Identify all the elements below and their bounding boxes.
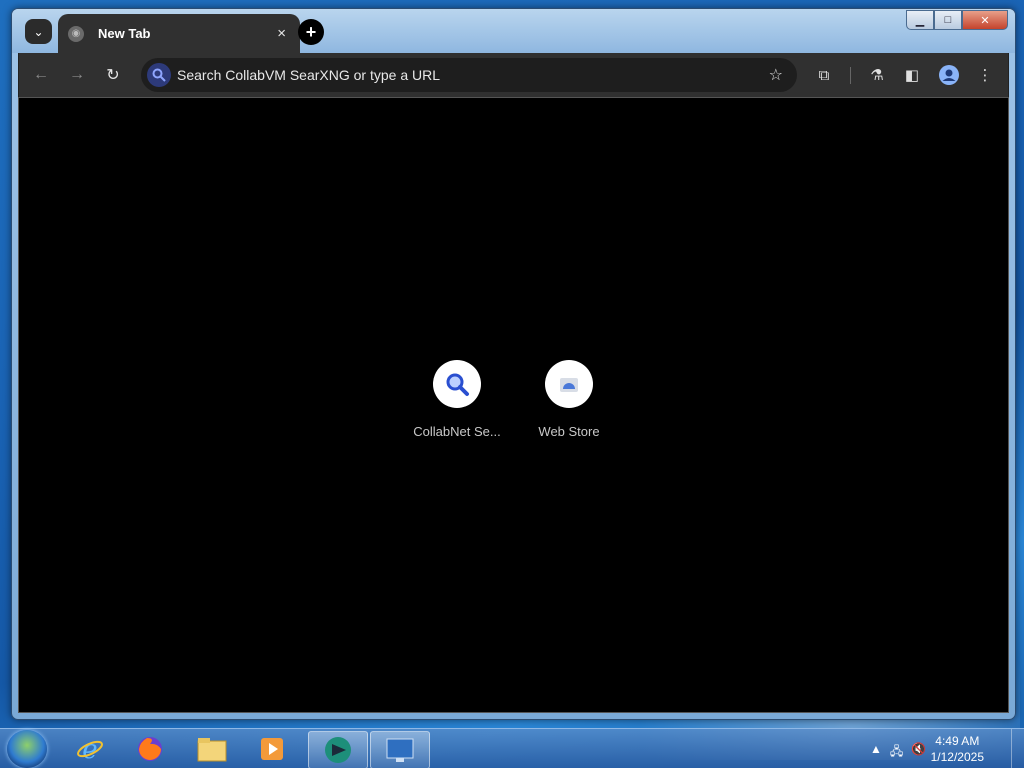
globe-icon: ◉ [68, 25, 84, 42]
clock-date: 1/12/2025 [930, 750, 984, 764]
menu-kebab-icon[interactable]: ⋮ [974, 64, 996, 86]
window-controls: ▁ □ ✕ [906, 10, 1008, 30]
title-bar: ⌄ ◉ New Tab × + ▁ □ ✕ [12, 9, 1015, 53]
minimize-button[interactable]: ▁ [906, 10, 934, 30]
maximize-button[interactable]: □ [934, 10, 962, 30]
show-hidden-icons-icon[interactable]: ▲ [870, 742, 882, 763]
show-desktop-button[interactable] [1011, 729, 1024, 768]
file-explorer-icon[interactable] [183, 731, 241, 767]
search-icon [147, 63, 171, 87]
reload-icon: ↻ [106, 67, 120, 84]
tab-close-icon[interactable]: × [277, 25, 286, 42]
internet-explorer-icon[interactable]: e [61, 731, 119, 767]
arrow-left-icon: ← [33, 66, 49, 83]
profile-avatar-icon[interactable] [938, 64, 960, 86]
plus-icon: + [305, 21, 317, 42]
shortcut-web-store[interactable]: Web Store [519, 360, 619, 439]
volume-muted-icon[interactable]: 🔇 [911, 742, 926, 763]
labs-flask-icon[interactable]: ⚗ [866, 64, 888, 86]
new-tab-page: CollabNet Se... Web Store [18, 97, 1009, 713]
back-button[interactable]: ← [30, 64, 52, 86]
new-tab-button[interactable]: + [298, 19, 324, 45]
tab-title: New Tab [98, 26, 151, 41]
tab-search-button[interactable]: ⌄ [25, 19, 52, 44]
shortcut-label: Web Store [538, 424, 600, 439]
address-placeholder: Search CollabVM SearXNG or type a URL [177, 67, 440, 83]
clock[interactable]: 4:49 AM 1/12/2025 [931, 733, 984, 765]
tab-new-tab[interactable]: ◉ New Tab × [58, 14, 300, 53]
clock-time: 4:49 AM [935, 734, 980, 748]
firefox-icon[interactable] [121, 731, 179, 767]
address-bar[interactable]: Search CollabVM SearXNG or type a URL ☆ [141, 58, 797, 92]
start-button[interactable] [7, 730, 47, 768]
forward-button[interactable]: → [66, 64, 88, 86]
taskbar: e ▲ 🖧 🔇 4:49 AM 1/12/2025 [0, 728, 1024, 768]
search-icon [433, 360, 481, 408]
bookmark-star-icon[interactable]: ☆ [769, 65, 783, 85]
chevron-down-icon: ⌄ [33, 24, 44, 39]
web-store-icon [545, 360, 593, 408]
side-panel-icon[interactable]: ◧ [901, 64, 923, 86]
browser-taskbar-button[interactable] [308, 731, 368, 768]
extensions-icon[interactable]: ⧉ [813, 64, 835, 86]
browser-toolbar: ← → ↻ Search CollabVM SearXNG or type a … [18, 53, 1009, 97]
browser-window: ⌄ ◉ New Tab × + ▁ □ ✕ ← → ↻ Search Colla… [11, 8, 1016, 720]
network-icon[interactable]: 🖧 [890, 742, 903, 763]
reload-button[interactable]: ↻ [102, 64, 124, 86]
arrow-right-icon: → [69, 66, 85, 83]
shortcut-collabnet[interactable]: CollabNet Se... [407, 360, 507, 439]
svg-text:e: e [82, 735, 97, 764]
toolbar-divider [850, 67, 851, 84]
shortcut-label: CollabNet Se... [413, 424, 501, 439]
close-button[interactable]: ✕ [962, 10, 1008, 30]
remote-desktop-icon[interactable] [370, 731, 430, 768]
system-tray: ▲ 🖧 🔇 [870, 742, 926, 763]
media-player-icon[interactable] [243, 731, 301, 767]
